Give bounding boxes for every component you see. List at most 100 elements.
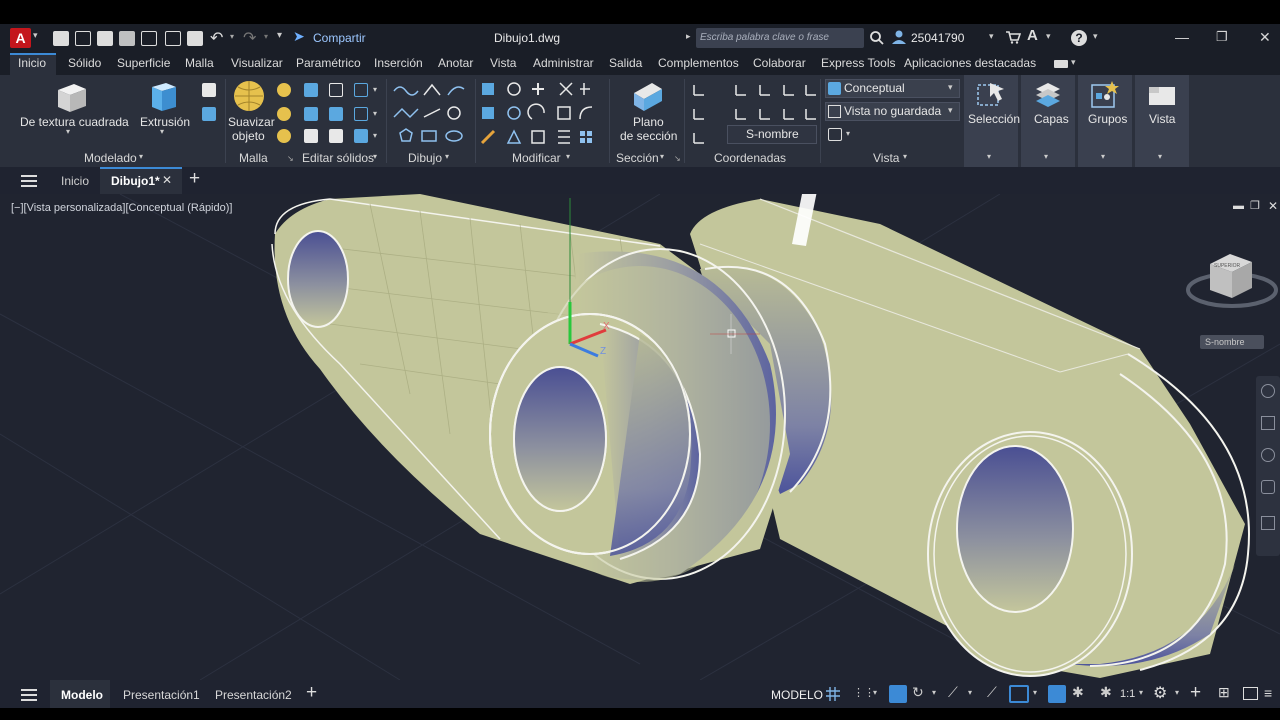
tab-anotar[interactable]: Anotar — [438, 56, 473, 70]
shell-icon[interactable] — [354, 129, 368, 143]
section-plane-label-1[interactable]: Plano — [633, 115, 664, 129]
tab-insercion[interactable]: Inserción — [374, 56, 423, 70]
plot-icon[interactable] — [187, 31, 203, 46]
ucs-name-value[interactable]: S-nombre — [746, 127, 799, 141]
ribbon-options-dropdown-icon[interactable]: ▾ — [1071, 57, 1076, 68]
smooth-more-icon[interactable] — [277, 83, 291, 97]
presspull-icon[interactable] — [202, 107, 216, 121]
layout1-tab[interactable]: Presentación1 — [123, 688, 200, 702]
close-icon[interactable]: ✕ — [1259, 29, 1271, 46]
customization-icon[interactable]: ≡ — [1264, 685, 1272, 701]
layers-button[interactable]: Capas ▾ — [1021, 75, 1075, 167]
box-primitive-icon[interactable] — [54, 80, 88, 114]
tab-vista[interactable]: Vista — [490, 56, 516, 70]
autodesk-account-icon[interactable]: A — [1027, 27, 1038, 44]
section-dropdown-icon[interactable]: ▾ — [660, 152, 664, 161]
customize-qa-icon[interactable]: ▾ — [277, 30, 282, 41]
solid-edit-dropdown-2-icon[interactable]: ▾ — [373, 109, 377, 118]
units-icon[interactable]: ⊞ — [1218, 684, 1230, 701]
section-plane-icon[interactable] — [630, 79, 666, 113]
panel-title-modify[interactable]: Modificar — [512, 151, 561, 165]
save-as-icon[interactable] — [119, 31, 135, 46]
save-web-icon[interactable] — [165, 31, 181, 46]
object-snap-tracking-icon[interactable]: ⟋ — [987, 684, 997, 701]
search-arrow-icon[interactable]: ▸ — [686, 31, 691, 42]
user-id[interactable]: 25041790 — [911, 31, 964, 45]
app-menu-chevron-icon[interactable]: ▾ — [33, 30, 38, 41]
navigation-bar[interactable] — [1256, 376, 1280, 556]
intersect-icon[interactable] — [354, 83, 368, 97]
tab-colaborar[interactable]: Colaborar — [753, 56, 806, 70]
new-layout-icon[interactable]: + — [306, 682, 317, 704]
panel-title-edit-solids[interactable]: Editar sólidos — [302, 151, 374, 165]
named-view-dropdown-icon[interactable]: ▾ — [948, 105, 953, 116]
section-panel-launcher-icon[interactable]: ↘ — [674, 154, 681, 163]
smooth-object-label-1[interactable]: Suavizar — [228, 115, 275, 129]
open-web-icon[interactable] — [141, 31, 157, 46]
undo-dropdown-icon[interactable]: ▾ — [230, 32, 234, 41]
account-dropdown-icon[interactable]: ▾ — [1046, 31, 1051, 42]
tab-superficie[interactable]: Superficie — [117, 56, 170, 70]
save-icon[interactable] — [97, 31, 113, 46]
panel-title-section[interactable]: Sección — [616, 151, 659, 165]
undo-icon[interactable]: ↶ — [210, 28, 223, 48]
visual-style-dropdown-icon[interactable]: ▾ — [948, 82, 953, 93]
annotation-monitor-icon[interactable]: + — [1190, 682, 1201, 704]
help-dropdown-icon[interactable]: ▾ — [1093, 31, 1098, 42]
draw-dropdown-icon[interactable]: ▾ — [445, 152, 449, 161]
solid-edit-dropdown-1-icon[interactable]: ▾ — [373, 85, 377, 94]
viewport-close-icon[interactable]: ✕ — [1268, 199, 1278, 213]
minimize-icon[interactable]: — — [1175, 29, 1189, 45]
refine-mesh-icon[interactable] — [277, 129, 291, 143]
viewcube[interactable]: SUPERIOR — [1186, 250, 1280, 316]
tab-complementos[interactable]: Complementos — [658, 56, 739, 70]
snap-dropdown-icon[interactable]: ▾ — [873, 688, 877, 697]
current-file-label[interactable]: Dibujo1* — [111, 174, 160, 188]
help-icon[interactable]: ? — [1071, 30, 1087, 46]
new-file-icon[interactable] — [53, 31, 69, 46]
annotation-scale-icon[interactable]: ✱ — [1100, 684, 1112, 701]
viewport-config-dropdown-icon[interactable]: ▾ — [846, 129, 850, 138]
tab-salida[interactable]: Salida — [609, 56, 642, 70]
tab-solido[interactable]: Sólido — [68, 56, 101, 70]
named-view-combo[interactable]: Vista no guardada — [825, 102, 960, 121]
steering-wheel-icon[interactable] — [1261, 384, 1275, 398]
panel-title-view[interactable]: Vista — [873, 151, 899, 165]
tab-visualizar[interactable]: Visualizar — [231, 56, 283, 70]
layout-list-icon[interactable] — [21, 689, 37, 691]
box-dropdown-icon[interactable]: ▾ — [66, 127, 70, 136]
modify-tools-icons[interactable] — [480, 81, 606, 147]
panel-title-mesh[interactable]: Malla — [239, 151, 268, 165]
subtract-icon[interactable] — [329, 83, 343, 97]
tab-express-tools[interactable]: Express Tools — [821, 56, 895, 70]
home-file-tab[interactable]: Inicio — [61, 174, 89, 188]
object-snap-icon[interactable] — [1009, 685, 1029, 703]
visual-style-combo[interactable]: Conceptual — [825, 79, 960, 98]
solid-history-icon[interactable] — [202, 83, 216, 97]
smooth-object-icon[interactable] — [232, 79, 266, 113]
annotation-visibility-icon[interactable] — [1048, 685, 1066, 703]
viewport-config-icon[interactable] — [828, 128, 842, 141]
ortho-mode-icon[interactable] — [889, 685, 907, 703]
view-button[interactable]: Vista ▾ — [1135, 75, 1189, 167]
isometric-dropdown-icon[interactable]: ▾ — [968, 688, 972, 697]
draw-tools-icons[interactable] — [392, 81, 474, 147]
scale-dropdown-icon[interactable]: ▾ — [1139, 688, 1143, 697]
thicken-icon[interactable] — [329, 107, 343, 121]
close-tab-icon[interactable]: ✕ — [162, 173, 172, 187]
layout2-tab[interactable]: Presentación2 — [215, 688, 292, 702]
union-icon[interactable] — [304, 83, 318, 97]
tab-aplicaciones-destacadas[interactable]: Aplicaciones destacadas — [904, 56, 1036, 70]
user-icon[interactable] — [891, 29, 907, 45]
modeling-panel-dropdown-icon[interactable]: ▾ — [139, 152, 143, 161]
separate-icon[interactable] — [304, 129, 318, 143]
viewport-controls-label[interactable]: [−][Vista personalizada][Conceptual (Ráp… — [11, 202, 232, 214]
showmotion-icon[interactable] — [1261, 516, 1275, 530]
polar-dropdown-icon[interactable]: ▾ — [932, 688, 936, 697]
app-logo[interactable]: A — [10, 28, 31, 48]
viewport-minimize-icon[interactable]: ▬ — [1233, 200, 1244, 212]
cart-icon[interactable] — [1005, 30, 1021, 44]
viewport-restore-icon[interactable]: ❐ — [1250, 199, 1260, 212]
drawing-viewport[interactable]: X Z [−][Vista personalizada][Conceptual … — [0, 194, 1280, 680]
open-folder-icon[interactable] — [75, 31, 91, 46]
